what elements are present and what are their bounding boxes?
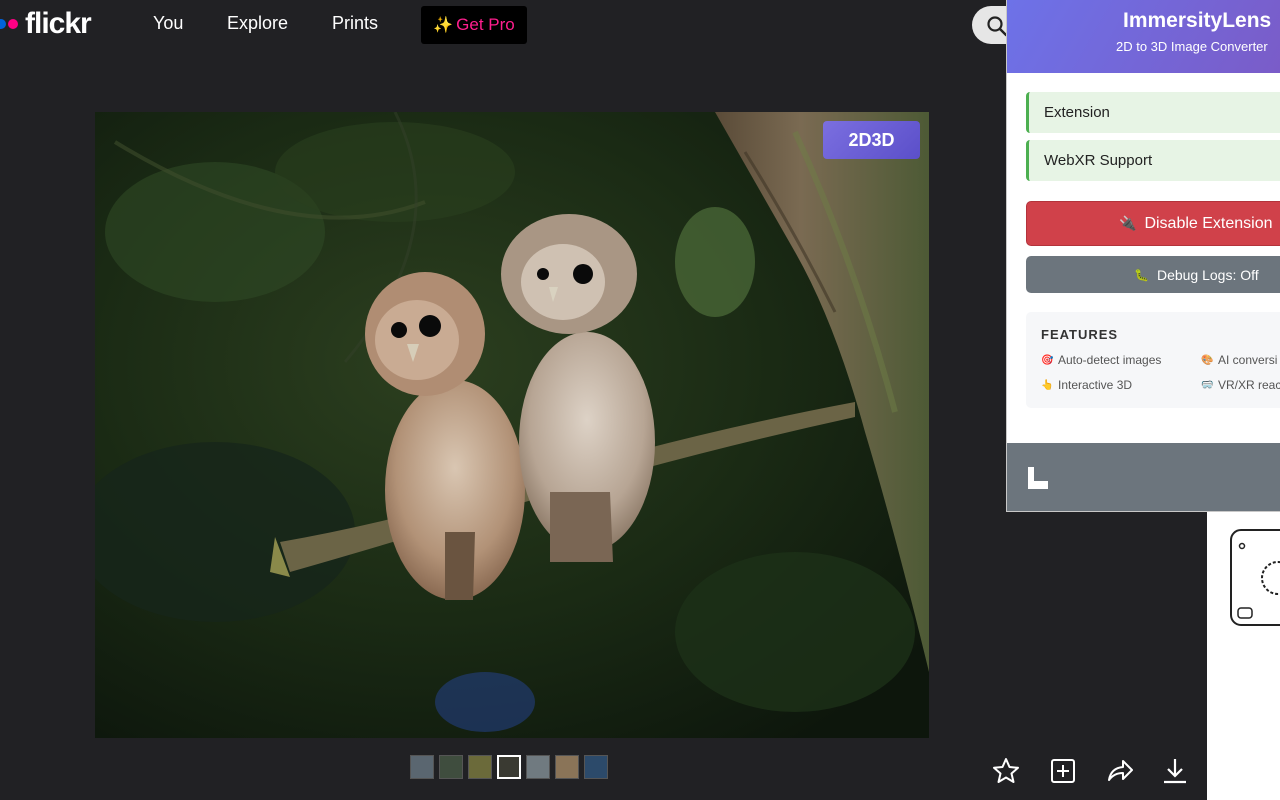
thumbnail[interactable] [584,755,608,779]
popup-header: ImmersityLens 2D to 3D Image Converter [1007,0,1280,73]
feature-label: Interactive 3D [1058,378,1133,392]
thumbnail[interactable] [439,755,463,779]
bug-icon: 🐛 [1134,267,1149,282]
get-pro-button[interactable]: ✨ Get Pro [421,6,527,44]
star-icon[interactable] [991,756,1021,786]
2d3d-convert-button[interactable]: 2D3D [823,121,920,159]
logo-blue-dot [0,19,6,29]
plug-icon: 🔌 [1119,215,1137,231]
camera-illustration-icon [1230,529,1280,626]
thumbnail[interactable] [468,755,492,779]
status-webxr-support: WebXR Support [1026,140,1280,181]
thumbnail[interactable] [555,755,579,779]
immersitylens-popup: ImmersityLens 2D to 3D Image Converter E… [1006,0,1280,512]
sparkles-icon: ✨ [433,17,454,34]
target-icon: 🎯 [1041,354,1054,366]
pointer-icon: 👆 [1041,379,1054,391]
add-to-gallery-icon[interactable] [1048,756,1078,786]
search-icon [987,16,1008,37]
feature-label: AI conversi [1218,353,1278,367]
nav-link-explore[interactable]: Explore [227,13,288,34]
feature-item: 🎯 Auto-detect images [1041,353,1161,367]
feature-item: 👆 Interactive 3D [1041,378,1132,392]
popup-title: ImmersityLens [1123,9,1272,32]
logo-text: flickr [25,7,92,40]
vr-headset-icon: 🥽 [1201,379,1214,391]
nav-link-you[interactable]: You [153,13,183,34]
features-title: FEATURES [1041,327,1119,342]
flickr-logo[interactable]: flickr [0,6,92,42]
features-panel: FEATURES 🎯 Auto-detect images 🎨 AI conve… [1026,312,1280,408]
feature-item: 🥽 VR/XR reac [1201,378,1280,392]
feature-label: Auto-detect images [1058,353,1162,367]
main-photo[interactable] [95,112,929,738]
popup-footer [1007,443,1280,511]
photo-thumbnail-strip [410,755,608,779]
logo-pink-dot [8,19,18,29]
thumbnail[interactable] [410,755,434,779]
feature-label: VR/XR reac [1218,378,1280,392]
disable-extension-button[interactable]: 🔌 Disable Extension [1026,201,1280,246]
debug-logs-label: Debug Logs: Off [1156,266,1259,283]
share-icon[interactable] [1105,756,1135,786]
thumbnail-selected[interactable] [497,755,521,779]
palette-icon: 🎨 [1201,354,1214,366]
thumbnail[interactable] [526,755,550,779]
nav-link-prints[interactable]: Prints [332,13,378,34]
status-extension: Extension [1026,92,1280,133]
get-pro-label: Get Pro [456,15,515,34]
feature-item: 🎨 AI conversi [1201,353,1277,367]
disable-extension-label: Disable Extension [1144,214,1273,232]
debug-logs-button[interactable]: 🐛 Debug Logs: Off [1026,256,1280,293]
popup-subtitle: 2D to 3D Image Converter [1116,39,1268,54]
download-icon[interactable] [1160,756,1190,786]
owlets-photo-image [95,112,929,738]
leia-logo-icon[interactable] [1025,465,1051,491]
